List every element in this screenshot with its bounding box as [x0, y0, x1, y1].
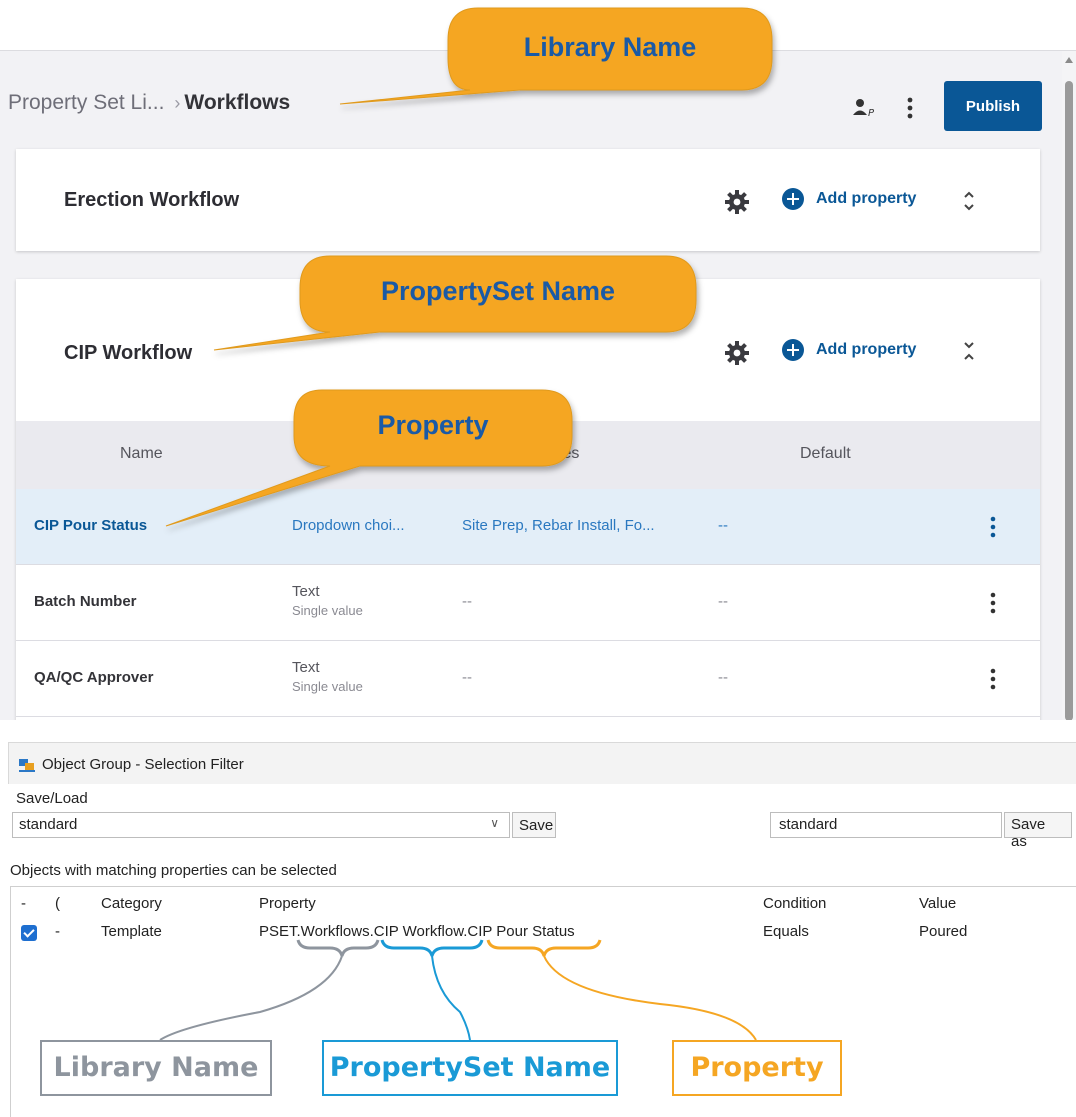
add-property-button[interactable]: Add property	[782, 339, 916, 361]
add-property-label: Add property	[816, 341, 917, 358]
add-property-button[interactable]: Add property	[782, 188, 916, 210]
property-brace	[486, 939, 602, 957]
vertical-scrollbar[interactable]	[1062, 51, 1076, 720]
svg-text:P: P	[868, 108, 875, 119]
breadcrumb-separator: ›	[174, 93, 181, 113]
property-type-sub: Single value	[292, 603, 363, 618]
expand-icon[interactable]	[960, 187, 978, 215]
property-name: Batch Number	[34, 593, 137, 610]
screenshot-root: Property Set Li... › Workflows P Publish E…	[0, 0, 1076, 1117]
propertyset-card-erection: Erection Workflow Add property	[16, 149, 1040, 251]
add-circle-icon	[782, 339, 804, 361]
property-type: Dropdown choi...	[292, 517, 405, 534]
property-connector	[543, 955, 757, 1041]
property-type-label: Text	[292, 583, 320, 600]
property-default: --	[718, 593, 728, 610]
breadcrumb-parent-link[interactable]: Property Set Li...	[8, 91, 164, 114]
propertyset-card-cip: CIP Workflow Add property Name lues Defa…	[16, 279, 1040, 720]
callout-propertyset-name-text: PropertySet Name	[380, 276, 616, 306]
row-menu-icon[interactable]	[988, 667, 998, 691]
property-default: --	[718, 669, 728, 686]
propertyset-name-brace	[380, 939, 484, 957]
table-row[interactable]: Batch Number Text Single value -- --	[16, 565, 1040, 641]
table-row[interactable]: CIP Pour Status Dropdown choi... Site Pr…	[16, 489, 1040, 565]
row-menu-icon[interactable]	[988, 515, 998, 539]
callout-library-name-text: Library Name	[523, 32, 697, 62]
property-type-label: Dropdown choi...	[292, 517, 405, 534]
property-set-library-panel: Property Set Li... › Workflows P Publish E…	[0, 50, 1076, 720]
scroll-up-arrow-icon[interactable]	[1065, 57, 1073, 63]
property-type-label: Text	[292, 659, 320, 676]
propertyset-name-connector	[431, 955, 471, 1041]
scroll-thumb[interactable]	[1065, 81, 1073, 720]
property-name: QA/QC Approver	[34, 669, 154, 686]
propertyset-title: Erection Workflow	[64, 189, 240, 211]
property-values: --	[462, 669, 472, 686]
add-property-label: Add property	[816, 190, 917, 207]
callout-property-text: Property	[377, 410, 489, 440]
column-header-name[interactable]: Name	[120, 445, 163, 463]
add-circle-icon	[782, 188, 804, 210]
more-options-icon[interactable]	[900, 95, 920, 121]
propertyset-title: CIP Workflow	[64, 342, 193, 364]
table-row[interactable]: QA/QC Approver Text Single value -- --	[16, 641, 1040, 717]
breadcrumb: Property Set Li... › Workflows	[8, 91, 290, 115]
column-header-default[interactable]: Default	[800, 445, 851, 463]
property-name: CIP Pour Status	[34, 517, 148, 534]
column-header-values[interactable]: lues	[550, 445, 579, 463]
property-label: Property	[672, 1040, 842, 1096]
property-values: --	[462, 593, 472, 610]
property-type-sub: Single value	[292, 679, 363, 694]
selection-filter-window: Object Group - Selection Filter Save/Loa…	[0, 742, 1076, 1117]
property-type: Text Single value	[292, 583, 363, 618]
propertyset-name-label: PropertySet Name	[322, 1040, 618, 1096]
gear-icon[interactable]	[724, 189, 750, 215]
property-values: Site Prep, Rebar Install, Fo...	[462, 517, 655, 534]
publish-button[interactable]: Publish	[944, 81, 1042, 131]
breadcrumb-current: Workflows	[184, 91, 291, 114]
user-access-icon[interactable]: P	[852, 97, 878, 119]
gear-icon[interactable]	[724, 340, 750, 366]
property-default: --	[718, 517, 728, 534]
collapse-icon[interactable]	[960, 337, 978, 365]
library-name-connector	[159, 955, 343, 1041]
row-menu-icon[interactable]	[988, 591, 998, 615]
library-name-brace	[296, 939, 380, 957]
property-type: Text Single value	[292, 659, 363, 694]
library-name-label: Library Name	[40, 1040, 272, 1096]
